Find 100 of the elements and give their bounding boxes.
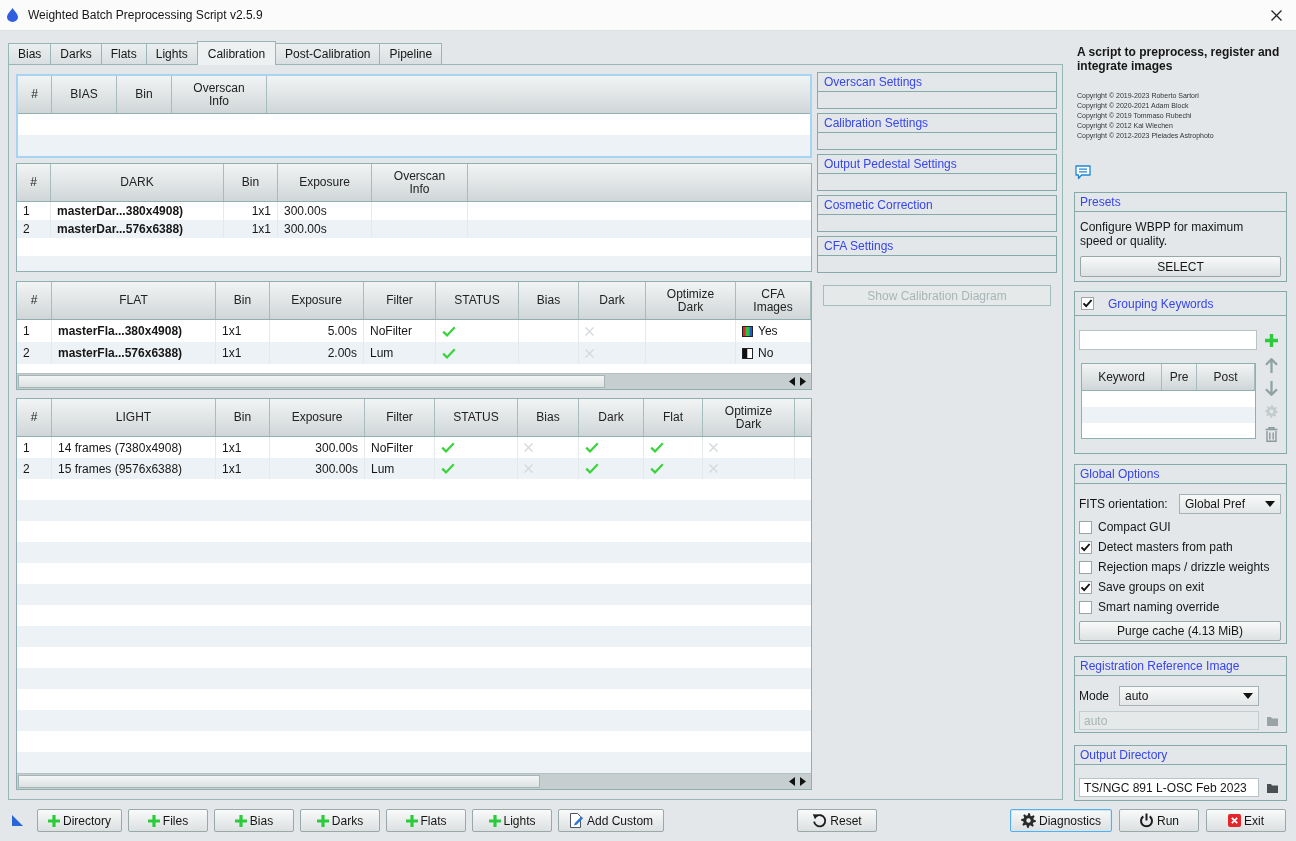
section-title[interactable]: Output Directory <box>1075 746 1286 765</box>
table-cell: masterDar...576x6388) <box>51 220 224 238</box>
table-cell: 300.00s <box>270 458 365 479</box>
section-title[interactable]: Calibration Settings <box>818 114 1056 133</box>
checkbox-label[interactable]: Rejection maps / drizzle weights <box>1098 560 1270 574</box>
plus-icon <box>147 814 160 827</box>
table-cell: 1x1 <box>216 342 270 364</box>
column-header: Overscan Info <box>172 76 267 113</box>
tab[interactable]: Calibration <box>196 41 277 65</box>
column-header: LIGHT <box>52 399 216 436</box>
column-header: DARK <box>51 164 224 201</box>
section-title[interactable]: Registration Reference Image <box>1075 657 1286 676</box>
checkbox-label[interactable]: Save groups on exit <box>1098 580 1205 594</box>
table-cell: 300.00s <box>278 202 372 220</box>
right-arrow-icon[interactable] <box>800 377 806 386</box>
checkbox[interactable] <box>1079 600 1092 614</box>
left-arrow-icon[interactable] <box>789 777 795 786</box>
tab[interactable]: Flats <box>100 43 147 64</box>
checkbox[interactable] <box>1079 560 1092 574</box>
section-title[interactable]: Cosmetic Correction <box>818 196 1056 215</box>
column-header: Exposure <box>278 164 372 201</box>
checkbox-label[interactable]: Compact GUI <box>1098 520 1171 534</box>
horizontal-scrollbar[interactable] <box>17 373 811 389</box>
reset-button[interactable]: Reset <box>797 809 877 832</box>
speech-bubble-icon[interactable] <box>1075 165 1091 180</box>
tab[interactable]: Darks <box>50 43 102 64</box>
section-title[interactable]: Output Pedestal Settings <box>818 155 1056 174</box>
table-cell: Yes <box>758 324 778 338</box>
plus-icon <box>405 814 418 827</box>
table-cell: 1x1 <box>216 437 270 458</box>
table-cell: 2.00s <box>270 342 364 364</box>
column-header: Bin <box>224 164 278 201</box>
column-header: Dark <box>579 282 646 319</box>
folder-icon[interactable] <box>1267 782 1278 793</box>
tab[interactable]: Bias <box>8 43 52 64</box>
table-cell: 2 <box>17 220 51 238</box>
purge-cache-button[interactable]: Purge cache (4.13 MiB) <box>1079 621 1281 641</box>
plus-icon <box>488 814 501 827</box>
checkbox[interactable] <box>1081 297 1094 310</box>
table-cell: 300.00s <box>278 220 372 238</box>
script-description: A script to preprocess, register and integrate images <box>1076 45 1281 73</box>
column-header: Bin <box>216 282 270 319</box>
up-arrow-icon[interactable] <box>1265 358 1278 373</box>
section-title[interactable]: CFA Settings <box>818 237 1056 256</box>
add-button[interactable]: Files <box>128 809 208 832</box>
tab[interactable]: Lights <box>145 43 198 64</box>
select-button[interactable]: SELECT <box>1080 256 1281 277</box>
add-button[interactable]: Flats <box>386 809 466 832</box>
add-button[interactable]: Lights <box>472 809 552 832</box>
output-directory-field[interactable]: TS/NGC 891 L-OSC Feb 2023 <box>1079 778 1259 797</box>
section-title[interactable]: Overscan Settings <box>818 73 1056 92</box>
table-cell: 1x1 <box>224 220 278 238</box>
horizontal-scrollbar[interactable] <box>17 773 811 789</box>
table-cell: 1x1 <box>216 458 270 479</box>
trash-icon[interactable] <box>1265 427 1278 442</box>
fits-orientation-dropdown[interactable]: Global Pref <box>1179 494 1281 514</box>
keyword-input[interactable] <box>1079 330 1257 350</box>
diagnostics-button[interactable]: Diagnostics <box>1010 809 1112 832</box>
tab[interactable]: Post-Calibration <box>275 43 381 64</box>
plus-icon <box>48 814 60 827</box>
table-cell: NoFilter <box>365 437 435 458</box>
exit-button[interactable]: Exit <box>1206 809 1286 832</box>
checkbox[interactable] <box>1079 520 1092 534</box>
section-title[interactable]: Global Options <box>1075 465 1286 484</box>
checkbox[interactable] <box>1079 580 1092 594</box>
run-button[interactable]: Run <box>1119 809 1199 832</box>
plus-icon[interactable] <box>1265 333 1278 347</box>
gear-icon[interactable] <box>1265 404 1278 419</box>
add-button[interactable]: Directory <box>37 809 122 832</box>
table-cell: 5.00s <box>270 320 364 342</box>
table-cell: masterFla...380x4908) <box>52 320 216 342</box>
column-header: Pre <box>1162 364 1197 390</box>
checkbox-label[interactable]: Detect masters from path <box>1098 540 1233 554</box>
field-label: Mode <box>1079 689 1111 703</box>
column-header: Flat <box>644 399 703 436</box>
column-header: Filter <box>365 399 435 436</box>
column-header: CFA Images <box>736 282 811 319</box>
checkbox[interactable] <box>1079 540 1092 554</box>
app-logo-icon <box>7 8 18 22</box>
add-button[interactable]: Darks <box>300 809 380 832</box>
add-button[interactable]: Bias <box>214 809 294 832</box>
section-title[interactable]: Grouping Keywords <box>1108 296 1214 311</box>
column-header: Optimize Dark <box>646 282 736 319</box>
section-title[interactable]: Presets <box>1075 193 1286 212</box>
column-header: # <box>17 164 51 201</box>
column-header: # <box>17 282 52 319</box>
down-arrow-icon[interactable] <box>1265 381 1278 396</box>
column-header: Exposure <box>270 282 364 319</box>
close-icon <box>1270 9 1282 21</box>
left-arrow-icon[interactable] <box>789 377 795 386</box>
mode-dropdown[interactable]: auto <box>1119 686 1259 706</box>
caret-down-icon <box>1243 693 1253 699</box>
column-header: Post <box>1197 364 1255 390</box>
table-cell: No <box>758 346 774 360</box>
tab[interactable]: Pipeline <box>379 43 443 64</box>
add-custom-button[interactable]: Add Custom <box>558 809 665 832</box>
column-header: Keyword <box>1082 364 1162 390</box>
window-title: Weighted Batch Preprocessing Script v2.5.9 <box>28 8 264 22</box>
checkbox-label[interactable]: Smart naming override <box>1098 600 1220 614</box>
right-arrow-icon[interactable] <box>800 777 806 786</box>
